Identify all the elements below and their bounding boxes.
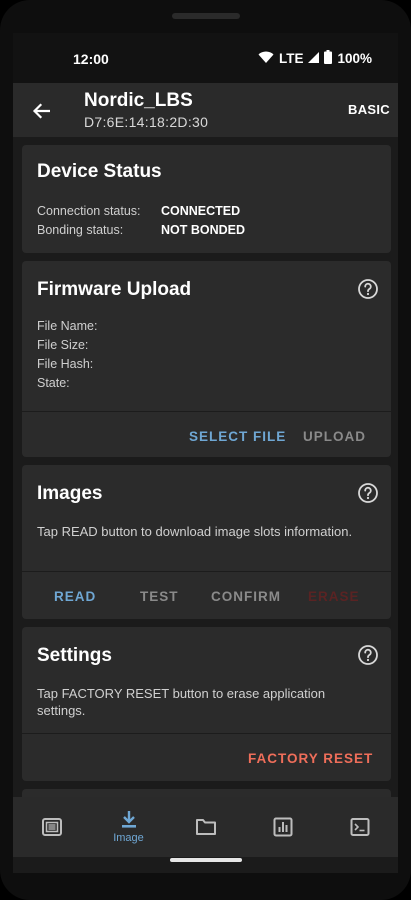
device-status-card: Device Status Connection status: CONNECT… [22,145,391,253]
device-status-title: Device Status [37,161,162,182]
divider [22,733,391,734]
images-card: Images Tap READ button to download image… [22,465,391,619]
nav-device[interactable] [13,797,90,857]
divider [22,411,391,412]
file-size-label: File Size: [37,338,89,352]
status-indicators: LTE 100% [258,50,372,67]
erase-button[interactable]: ERASE [308,589,360,604]
content-scroll[interactable]: Device Status Connection status: CONNECT… [13,137,398,797]
battery-icon [324,50,333,67]
help-icon[interactable] [357,278,379,300]
stats-icon [273,817,292,837]
help-icon[interactable] [357,482,379,504]
signal-icon [308,51,320,66]
back-button[interactable] [27,97,55,125]
upload-button[interactable]: UPLOAD [303,429,366,444]
state-label: State: [37,376,70,390]
bottom-navigation: Image [13,797,398,857]
arrow-back-icon [32,103,50,119]
confirm-button[interactable]: CONFIRM [211,589,281,604]
app-bar: Nordic_LBS D7:6E:14:18:2D:30 BASIC [13,83,398,137]
nav-files[interactable] [167,797,244,857]
firmware-upload-title: Firmware Upload [37,279,192,300]
phone-frame: 12:00 LTE 100% Nordic_LBS D7:6E:14:18:2D… [0,0,411,900]
file-hash-label: File Hash: [37,357,94,371]
settings-title: Settings [37,645,112,666]
images-title: Images [37,483,103,504]
home-indicator[interactable] [170,858,242,862]
device-address: D7:6E:14:18:2D:30 [84,114,209,130]
download-icon [121,811,136,828]
bonding-status-value: NOT BONDED [161,223,246,237]
nav-image-label: Image [113,832,144,844]
battery-level: 100% [337,51,372,66]
connection-status-value: CONNECTED [161,204,241,218]
status-time: 12:00 [73,51,109,67]
file-name-label: File Name: [37,319,98,333]
folder-icon [195,819,216,835]
divider [22,571,391,572]
logs-icon [350,818,369,836]
bonding-status-label: Bonding status: [37,223,124,237]
select-file-button[interactable]: SELECT FILE [189,429,286,444]
status-bar: 12:00 LTE 100% [13,33,398,83]
next-card [22,789,391,797]
wifi-icon [258,51,274,67]
help-icon[interactable] [357,644,379,666]
nav-logs[interactable] [321,797,398,857]
network-type: LTE [278,51,304,66]
connection-status-label: Connection status: [37,204,141,218]
basic-mode-button[interactable]: BASIC [348,102,390,117]
firmware-upload-card: Firmware Upload File Name: File Size: Fi… [22,261,391,457]
images-description: Tap READ button to download image slots … [37,524,353,539]
nav-stats[interactable] [244,797,321,857]
device-name: Nordic_LBS [84,90,193,111]
device-icon [41,818,62,836]
screen: 12:00 LTE 100% Nordic_LBS D7:6E:14:18:2D… [13,33,398,873]
settings-description: Tap FACTORY RESET button to erase applic… [37,686,326,718]
settings-card: Settings Tap FACTORY RESET button to era… [22,627,391,781]
factory-reset-button[interactable]: FACTORY RESET [248,751,373,766]
read-button[interactable]: READ [54,589,96,604]
test-button[interactable]: TEST [140,589,179,604]
earpiece-speaker [172,13,240,19]
nav-image[interactable]: Image [90,797,167,857]
